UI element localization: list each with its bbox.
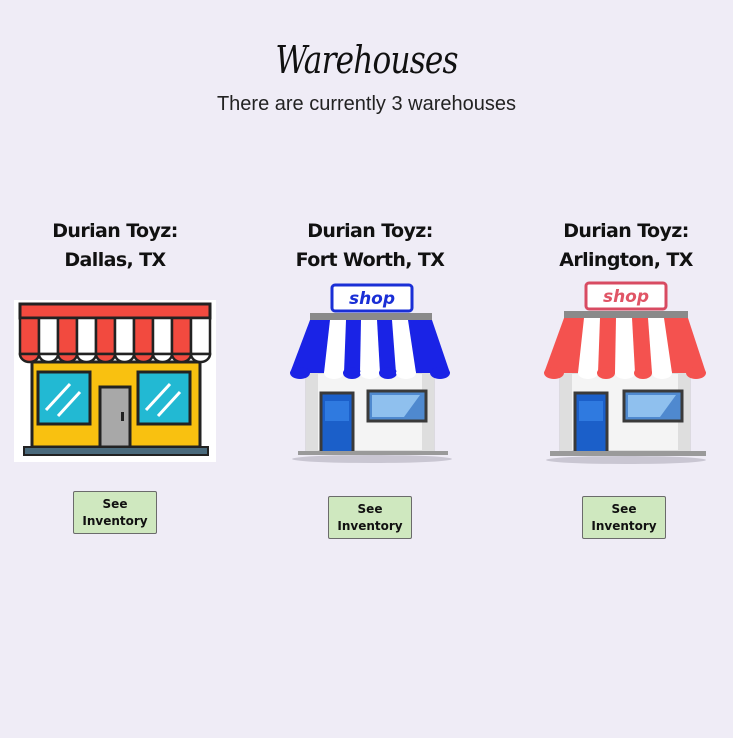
warehouse-card-fort-worth: Durian Toyz: Fort Worth, TX <box>250 217 490 275</box>
storefront-icon <box>14 300 216 462</box>
warehouse-card-dallas: Durian Toyz: Dallas, TX <box>0 217 235 275</box>
warehouse-name-line2: Dallas, TX <box>64 249 166 271</box>
warehouse-card-arlington: Durian Toyz: Arlington, TX <box>506 217 733 275</box>
warehouse-name-line1: Durian Toyz: <box>52 220 178 242</box>
see-inventory-button-dallas[interactable]: See Inventory <box>73 491 157 534</box>
see-inventory-button-fort-worth[interactable]: See Inventory <box>328 496 412 539</box>
shop-sign-text: shop <box>603 287 649 307</box>
warehouse-name-line2: Arlington, TX <box>559 249 693 271</box>
page-title: Warehouses <box>275 38 458 82</box>
warehouse-name-line1: Durian Toyz: <box>563 220 689 242</box>
warehouse-name-line2: Fort Worth, TX <box>295 249 445 271</box>
shop-sign-text: shop <box>349 289 395 309</box>
see-inventory-button-arlington[interactable]: See Inventory <box>582 496 666 539</box>
blue-shop-icon: shop <box>288 283 452 465</box>
warehouse-count-text: There are currently 3 warehouses <box>216 93 517 115</box>
red-shop-icon: shop <box>542 281 708 467</box>
warehouse-name-line1: Durian Toyz: <box>307 220 433 242</box>
